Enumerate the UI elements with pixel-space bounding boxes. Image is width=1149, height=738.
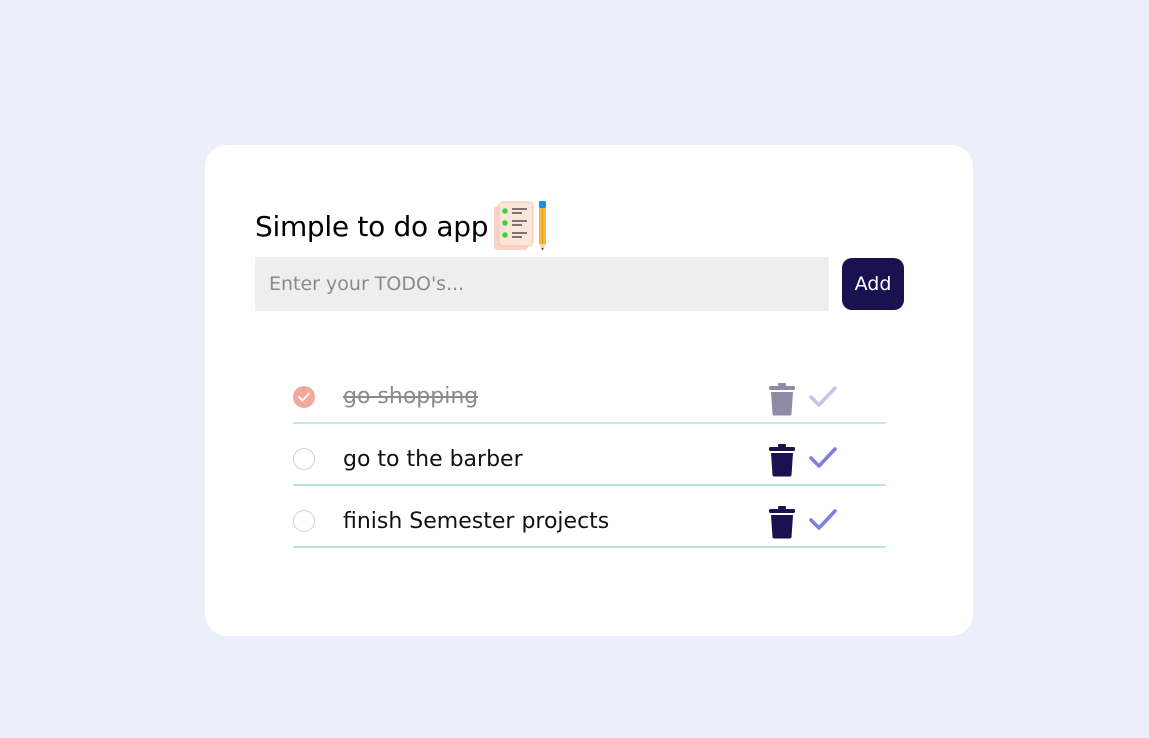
input-row: Add [255,257,904,311]
todo-text: finish Semester projects [343,509,610,534]
trash-icon[interactable] [768,505,796,539]
todo-card: Simple to do app Add [205,145,973,636]
add-button[interactable]: Add [842,258,904,310]
trash-icon[interactable] [768,443,796,477]
page-title: Simple to do app [255,209,489,243]
checkmark-icon[interactable] [808,385,838,409]
todo-item: go to the barber [293,424,886,486]
todo-item: finish Semester projects [293,486,886,548]
checklist-pencil-icon [494,201,547,251]
todo-input[interactable] [255,257,829,311]
small-check-icon [298,392,310,402]
complete-toggle[interactable] [293,448,315,470]
divider [293,546,886,548]
trash-icon[interactable] [768,382,796,416]
complete-toggle[interactable] [293,510,315,532]
todo-text: go shopping [343,384,479,409]
complete-toggle[interactable] [293,386,315,408]
checkmark-icon[interactable] [808,508,838,532]
todo-list: go shopping go to the barber finish Seme… [293,375,886,548]
todo-item: go shopping [293,375,886,424]
title-row: Simple to do app [255,200,550,252]
todo-text: go to the barber [343,447,523,472]
checkmark-icon[interactable] [808,446,838,470]
